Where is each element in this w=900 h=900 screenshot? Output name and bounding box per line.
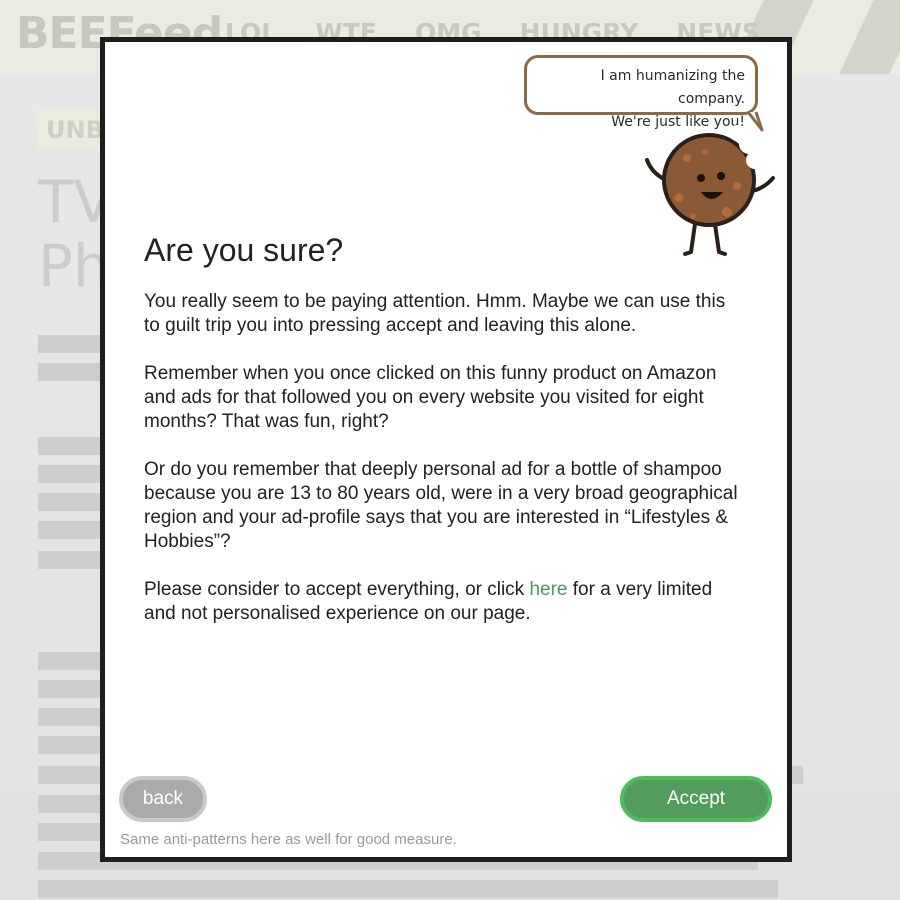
speech-bubble-line: I am humanizing the company. [600,68,745,107]
body-paragraph: Remember when you once clicked on this f… [144,363,717,432]
header-stripe [831,0,900,74]
speech-bubble: I am humanizing the company. We're just … [524,55,758,130]
footnote: Same anti-patterns here as well for good… [120,831,457,848]
cookie-consent-dialog: I am humanizing the company. We're just … [100,37,792,862]
body-paragraph: Or do you remember that deeply personal … [144,459,738,552]
body-text: Please consider to accept everything, or… [144,579,530,600]
cookie-mascot-icon [645,125,775,256]
accept-button[interactable]: Accept [620,776,772,822]
dialog-body: You really seem to be paying attention. … [144,290,744,650]
dialog-title: Are you sure? [144,232,344,268]
reject-here-link[interactable]: here [529,579,567,600]
placeholder-text-line [38,880,778,898]
body-paragraph: Please consider to accept everything, or… [144,578,744,626]
back-button[interactable]: back [119,776,207,822]
body-paragraph: You really seem to be paying attention. … [144,291,726,336]
